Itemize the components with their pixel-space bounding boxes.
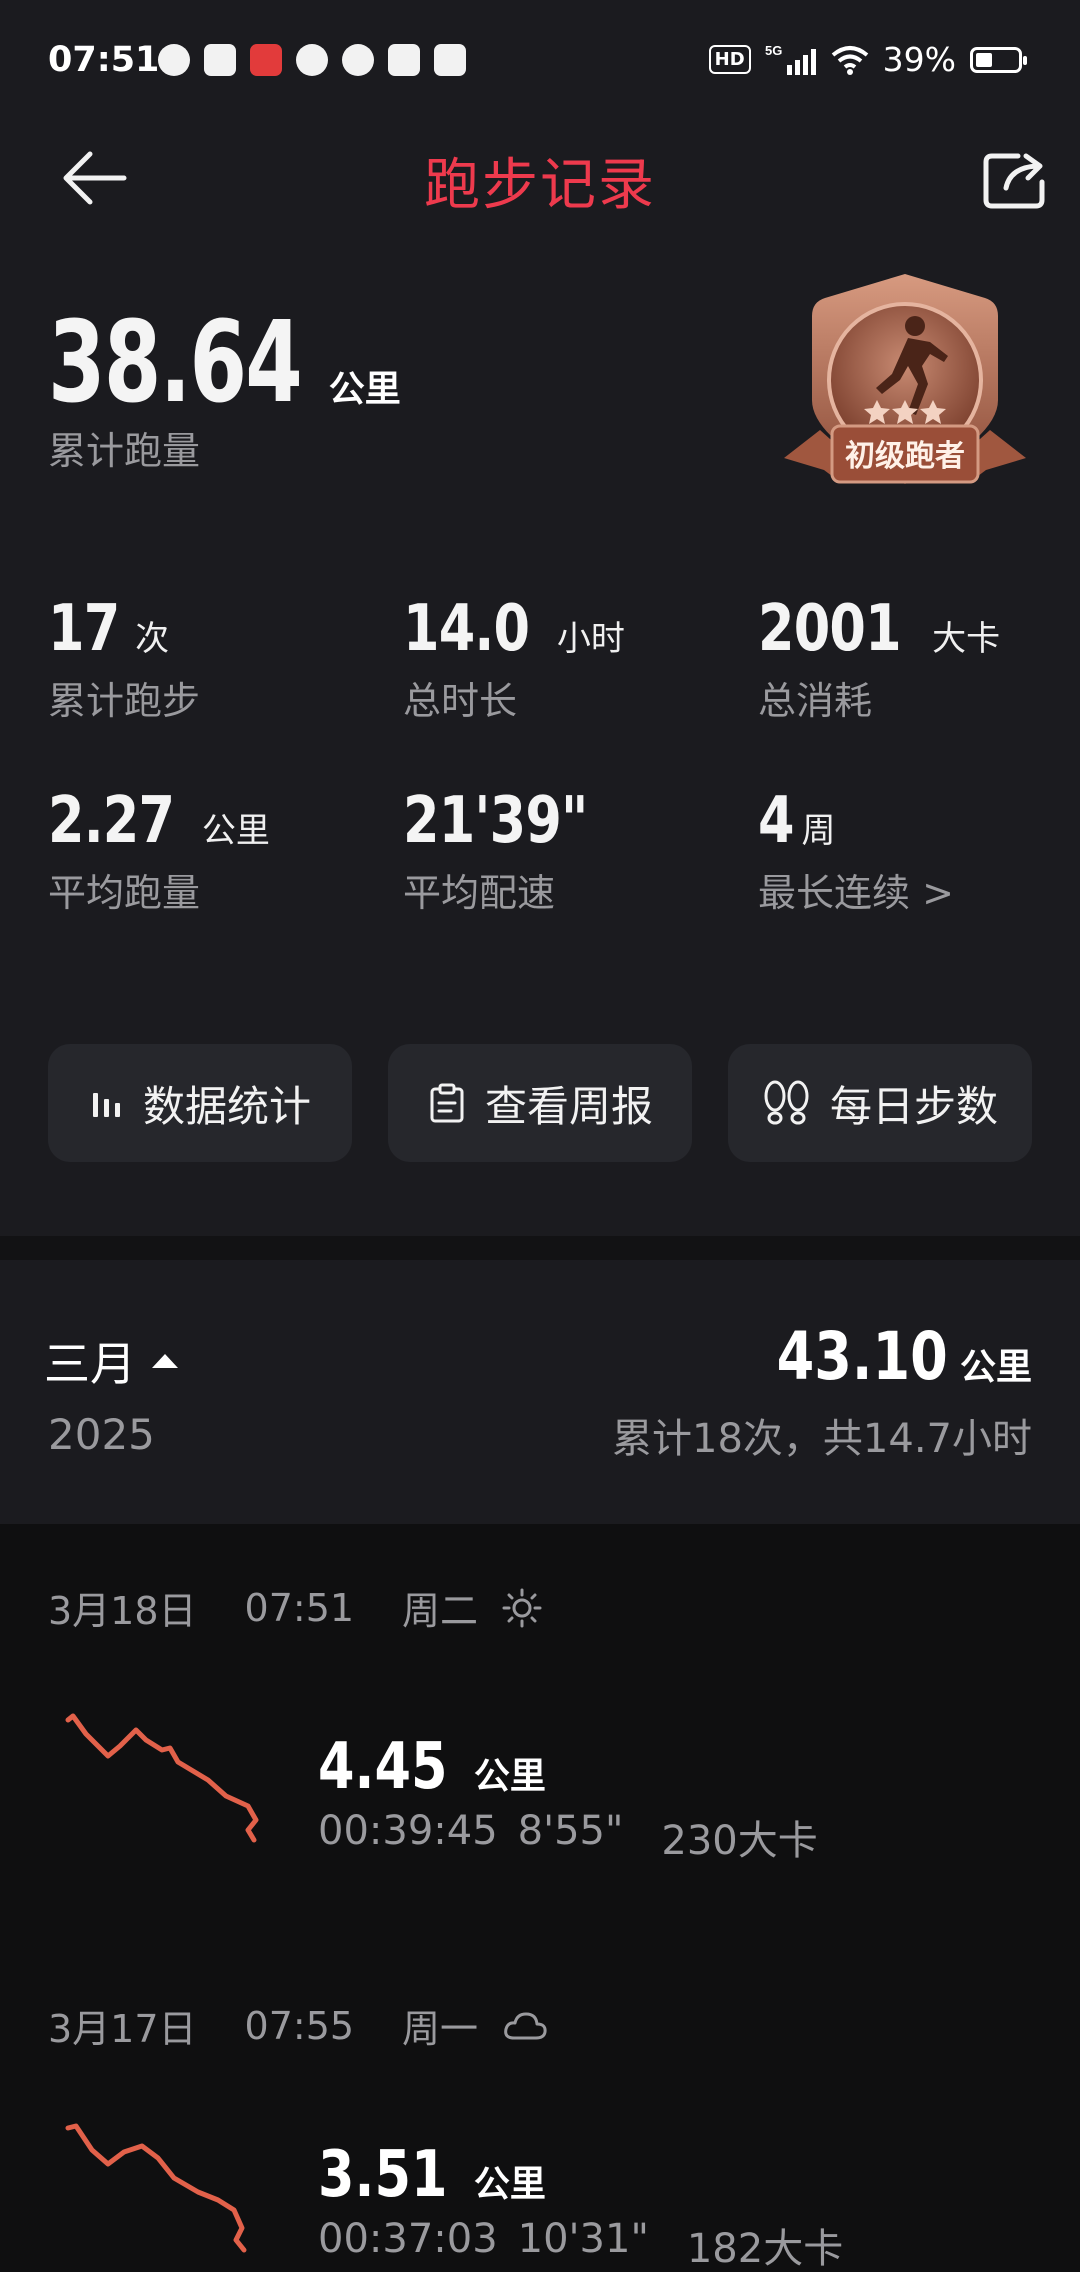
total-distance: 38.64 公里: [48, 298, 401, 428]
stat-average-distance: 2.27 公里 平均跑量: [48, 784, 270, 915]
run-info: 4.45 公里 00:39:45 8'55" 230大卡: [318, 1730, 818, 1864]
bar-chart-icon: [92, 1093, 120, 1117]
notification-icons: [158, 44, 466, 76]
caret-up-icon: [152, 1354, 178, 1368]
footprints-icon: [764, 1080, 809, 1125]
month-distance: 43.10 公里: [776, 1318, 1032, 1395]
runner-badge[interactable]: 初级跑者: [780, 270, 1030, 510]
battery-percent: 39%: [882, 40, 956, 79]
stat-average-pace: 21'39" 平均配速: [403, 784, 588, 915]
total-distance-value: 38.64: [48, 298, 303, 428]
run-item[interactable]: 3月17日 07:55 周一 3.51 公里 00:37:03 10'31" 18…: [0, 1998, 1080, 2272]
stat-longest-streak[interactable]: 4周 最长连续 >: [758, 784, 954, 917]
run-header: 3月17日 07:55 周一: [48, 1998, 548, 2053]
total-distance-label: 累计跑量: [48, 429, 201, 473]
run-item[interactable]: 3月18日 07:51 周二 4.45 公里 00:39:45 8'55" 230…: [0, 1580, 1080, 1950]
wifi-icon: [831, 45, 868, 75]
page-title: 跑步记录: [424, 153, 656, 218]
sun-icon: [502, 1588, 542, 1627]
hd-badge: HD: [708, 45, 751, 74]
clipboard-icon: [430, 1083, 464, 1123]
telegram-icon: [204, 44, 236, 76]
month-summary-text: 累计18次，共14.7小时: [612, 1416, 1032, 1462]
run-info: 3.51 公里 00:37:03 10'31" 182大卡: [318, 2138, 844, 2272]
month-selector[interactable]: 三月: [44, 1328, 178, 1394]
section-divider: [0, 1236, 1080, 1260]
bird-icon: [388, 44, 420, 76]
run-list: 3月18日 07:51 周二 4.45 公里 00:39:45 8'55" 230…: [0, 1524, 1080, 2272]
daily-steps-button[interactable]: 每日步数: [728, 1044, 1032, 1162]
stat-total-time: 14.0 小时 总时长: [403, 592, 625, 723]
signal-icon: 5G: [765, 43, 816, 75]
month-summary-panel: 三月 2025 43.10 公里 累计18次，共14.7小时: [0, 1260, 1080, 1524]
weekly-report-button[interactable]: 查看周报: [388, 1044, 692, 1162]
status-right: HD 5G 39%: [708, 40, 1027, 79]
status-bar: 07:51 HD 5G 39%: [0, 0, 1080, 120]
cloud-icon: [504, 2012, 547, 2039]
orbit-icon: [296, 44, 328, 76]
svg-text:初级跑者: 初级跑者: [845, 439, 965, 474]
total-distance-unit: 公里: [328, 369, 401, 410]
taobao-icon: [250, 44, 282, 76]
action-buttons: 数据统计 查看周报 每日步数: [48, 1044, 1032, 1162]
run-route-map: [65, 1713, 259, 1843]
app-header: 跑步记录: [0, 120, 1080, 240]
stat-total-calories: 2001 大卡 总消耗: [758, 592, 1001, 723]
battery-icon: [970, 46, 1027, 73]
run-header: 3月18日 07:51 周二: [48, 1580, 542, 1635]
share-icon[interactable]: [978, 142, 1050, 214]
stat-total-runs: 17 次 累计跑步: [48, 592, 201, 723]
run-route-map: [65, 2123, 247, 2253]
wechat-icon: [158, 44, 190, 76]
mail-icon: [434, 44, 466, 76]
svg-text:5G: 5G: [765, 43, 782, 58]
status-time: 07:51: [48, 40, 160, 80]
year-label: 2025: [48, 1410, 155, 1459]
play-icon: [342, 44, 374, 76]
data-statistics-button[interactable]: 数据统计: [48, 1044, 352, 1162]
